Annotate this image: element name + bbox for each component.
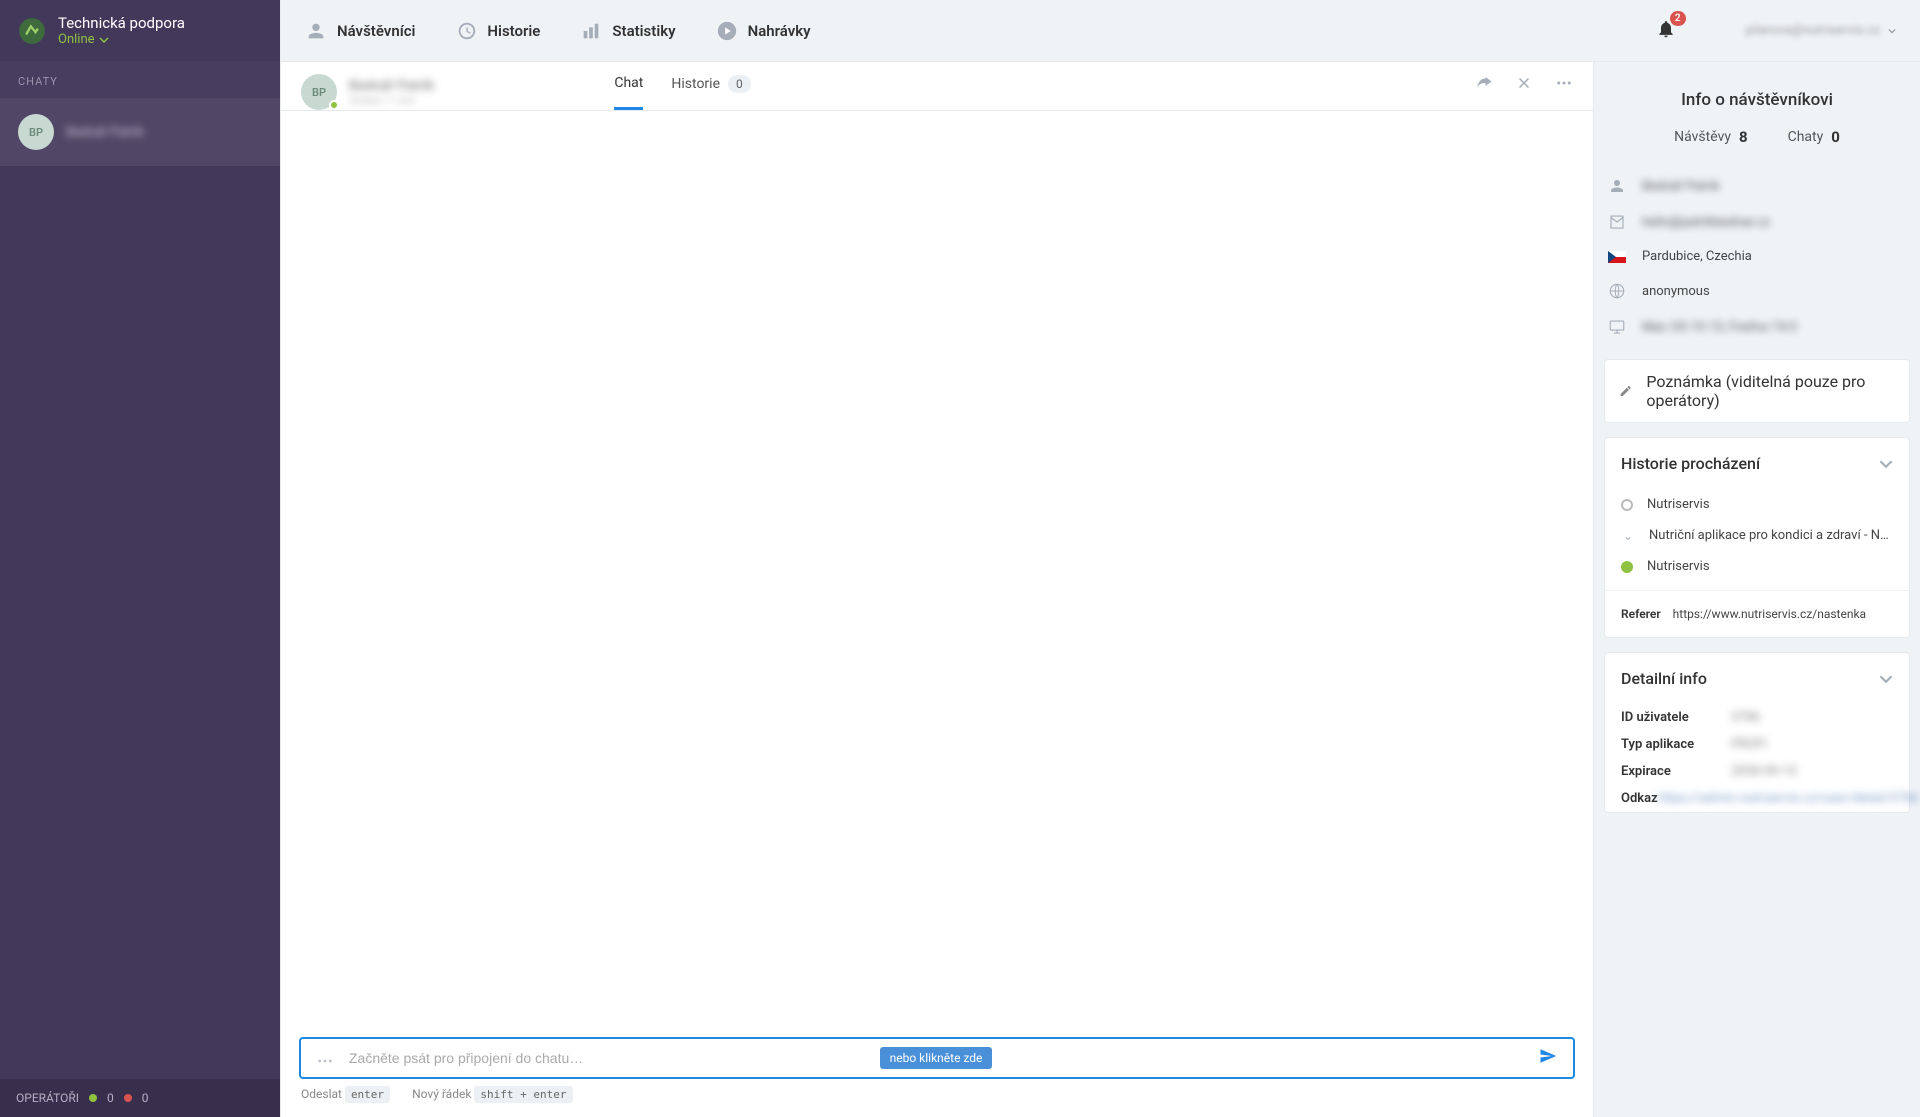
chevron-down-icon (1879, 672, 1893, 686)
visitors-icon (305, 20, 327, 42)
sidebar-header: Technická podpora Online (0, 0, 280, 61)
chat-header: BP Bednář Patrik Online | 1 min Chat His… (281, 62, 1593, 111)
tab-history[interactable]: Historie 0 (671, 75, 750, 110)
detail-info-header[interactable]: Detailní info (1605, 653, 1909, 704)
visitor-info-pane: Info o návštěvníkovi Návštěvy8 Chaty0 Be… (1594, 62, 1920, 1117)
chat-panel: BP Bednář Patrik Online | 1 min Chat His… (281, 62, 1594, 1117)
sidebar-status[interactable]: Online (58, 32, 185, 47)
status-dot-online (89, 1094, 97, 1102)
info-referrer-type-row: anonymous (1604, 273, 1910, 309)
nav-recordings[interactable]: Nahrávky (716, 20, 811, 42)
compose-more-button[interactable] (311, 1049, 339, 1068)
edit-icon (1619, 383, 1632, 399)
note-card[interactable]: Poznámka (viditelná pouze pro operátory) (1604, 359, 1910, 423)
avatar: BP (18, 114, 54, 150)
info-pane-title: Info o návštěvníkovi (1604, 76, 1910, 128)
chevron-down-icon (1879, 457, 1893, 471)
stats-icon (580, 20, 602, 42)
forward-icon (1475, 74, 1493, 92)
chat-list-item[interactable]: BP Bednář Patrik (0, 98, 280, 166)
chevron-down-icon (99, 35, 109, 45)
more-icon (1555, 74, 1573, 92)
history-item[interactable]: ⌄Nutriční aplikace pro kondici a zdraví … (1605, 520, 1909, 551)
browse-history-header[interactable]: Historie procházení (1605, 438, 1909, 489)
close-icon (1515, 74, 1533, 92)
send-button[interactable] (1533, 1047, 1563, 1069)
history-icon (455, 20, 477, 42)
detail-row: Expirace2050-09-15 (1605, 758, 1909, 785)
info-name-row: Bednář Patrik (1604, 168, 1910, 204)
info-system-row: Mac OS 10.15, Firefox 74.0 (1604, 309, 1910, 345)
info-counters: Návštěvy8 Chaty0 (1604, 128, 1910, 146)
status-dot-busy (124, 1094, 132, 1102)
nav-history[interactable]: Historie (455, 20, 540, 42)
detail-row: Odkazhttps://admin.nutriservis.cz/user/d… (1605, 785, 1909, 812)
mail-icon (1608, 213, 1626, 231)
chevron-down-icon (1888, 27, 1896, 35)
operators-label: OPERÁTOŘI (16, 1091, 79, 1105)
notifications-count: 2 (1670, 11, 1686, 26)
compose-hints: Odeslat enter Nový řádek shift + enter (299, 1079, 1575, 1109)
globe-icon (1608, 282, 1626, 300)
chat-visitor-status: Online | 1 min (349, 94, 434, 107)
send-icon (1539, 1047, 1557, 1065)
history-count-badge: 0 (728, 75, 751, 93)
sidebar-title: Technická podpora (58, 14, 185, 32)
notifications-bell[interactable]: 2 (1656, 19, 1676, 43)
referer-row: Referer https://www.nutriservis.cz/naste… (1605, 590, 1909, 637)
compose-input[interactable] (349, 1050, 870, 1066)
chat-list-name: Bednář Patrik (66, 125, 144, 140)
monitor-icon (1608, 318, 1626, 336)
forward-button[interactable] (1475, 74, 1493, 96)
more-button[interactable] (1555, 74, 1573, 96)
close-button[interactable] (1515, 74, 1533, 96)
tab-chat[interactable]: Chat (614, 75, 643, 110)
chat-visitor-name: Bednář Patrik (349, 78, 434, 94)
flag-czechia-icon (1608, 251, 1626, 263)
compose-click-chip[interactable]: nebo klikněte zde (880, 1047, 993, 1069)
app-logo (18, 17, 46, 45)
info-location-row: Pardubice, Czechia (1604, 240, 1910, 273)
avatar: BP (301, 74, 337, 110)
info-email-row: hello@patrikbednar.cz (1604, 204, 1910, 240)
operators-footer[interactable]: OPERÁTOŘI 0 0 (0, 1079, 280, 1117)
more-icon (317, 1058, 333, 1064)
detail-row: ID uživatele3786 (1605, 704, 1909, 731)
user-icon (1608, 177, 1626, 195)
nav-visitors[interactable]: Návštěvníci (305, 20, 415, 42)
play-icon (716, 20, 738, 42)
user-menu[interactable]: pilarova@nutriservis.cz (1746, 23, 1896, 38)
nav-stats[interactable]: Statistiky (580, 20, 675, 42)
browse-history-card: Historie procházení Nutriservis ⌄Nutričn… (1604, 437, 1910, 638)
history-item[interactable]: Nutriservis (1605, 551, 1909, 582)
detail-info-card: Detailní info ID uživatele3786 Typ aplik… (1604, 652, 1910, 813)
presence-indicator (329, 100, 339, 110)
history-item[interactable]: Nutriservis (1605, 489, 1909, 520)
top-nav: Návštěvníci Historie Statistiky Nahrávky… (281, 0, 1920, 62)
sidebar-section-chats: CHATY (0, 61, 280, 98)
compose-area: nebo klikněte zde Odeslat enter Nový řád… (281, 1037, 1593, 1117)
chat-messages-area (281, 111, 1593, 1037)
detail-row: Typ aplikacePROFI (1605, 731, 1909, 758)
sidebar: Technická podpora Online CHATY BP Bednář… (0, 0, 280, 1117)
